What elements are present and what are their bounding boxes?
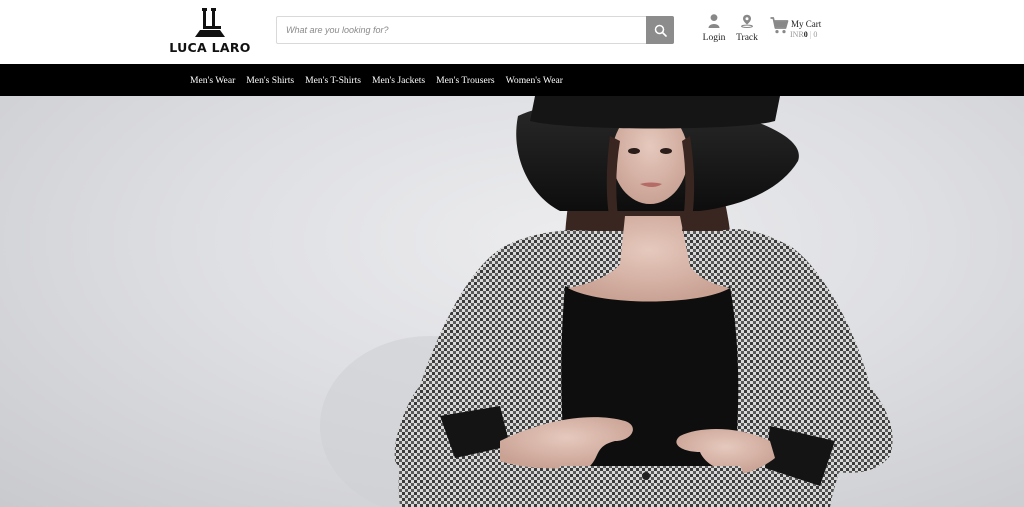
cart-button[interactable]: My Cart INR0 | 0 (770, 17, 832, 43)
nav-item-mens-jackets[interactable]: Men's Jackets (372, 75, 425, 86)
map-pin-icon (741, 14, 753, 29)
nav-item-mens-trousers[interactable]: Men's Trousers (436, 75, 495, 86)
login-button[interactable]: Login (700, 14, 728, 43)
search-button[interactable] (646, 16, 674, 44)
cart-count: 0 (813, 30, 818, 39)
cart-summary: INR0 | 0 (790, 30, 817, 39)
cart-label: My Cart (791, 19, 822, 29)
search-bar (276, 16, 674, 44)
nav-item-mens-shirts[interactable]: Men's Shirts (246, 75, 294, 86)
site-header: LUCA LARO Login Track (0, 0, 1024, 64)
brand-logo[interactable]: LUCA LARO (166, 7, 254, 57)
nav-item-womens-wear[interactable]: Women's Wear (506, 75, 563, 86)
hero-image (320, 96, 893, 507)
brand-name: LUCA LARO (169, 40, 251, 55)
search-input[interactable] (277, 17, 647, 43)
track-button[interactable]: Track (732, 14, 762, 43)
cart-currency: INR (790, 30, 804, 39)
nav-list: Men's Wear Men's Shirts Men's T-Shirts M… (190, 64, 574, 96)
shopping-cart-icon (770, 17, 789, 34)
nav-item-mens-wear[interactable]: Men's Wear (190, 75, 235, 86)
track-label: Track (736, 33, 758, 43)
cart-separator: | (809, 30, 812, 39)
search-icon (654, 24, 667, 37)
main-nav: Men's Wear Men's Shirts Men's T-Shirts M… (0, 64, 1024, 96)
nav-item-mens-t-shirts[interactable]: Men's T-Shirts (305, 75, 361, 86)
user-icon (708, 14, 720, 28)
cart-amount: 0 (803, 30, 808, 39)
hero-banner[interactable] (0, 96, 1024, 507)
login-label: Login (702, 33, 726, 43)
logo-mark-icon (195, 8, 225, 37)
